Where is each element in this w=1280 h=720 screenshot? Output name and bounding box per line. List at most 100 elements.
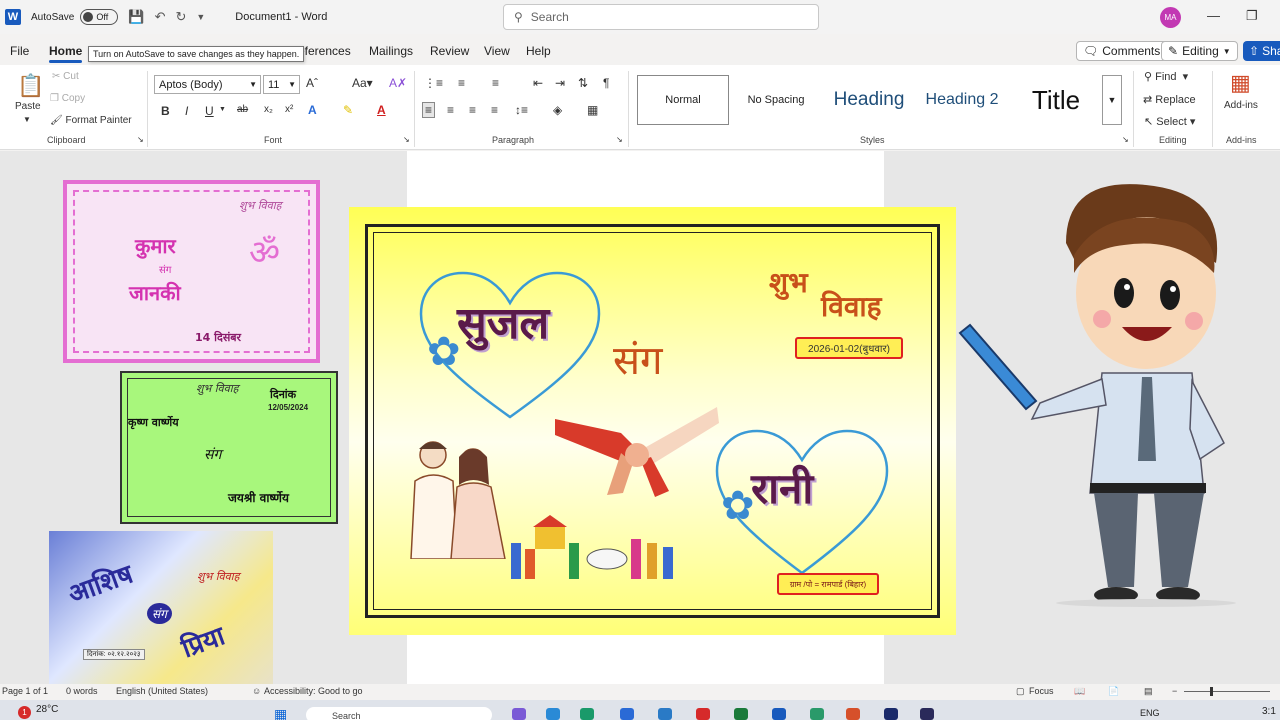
paste-icon[interactable]: 📋 [17, 73, 44, 99]
sort-icon[interactable]: ⇅ [578, 76, 588, 90]
avatar[interactable]: MA [1160, 7, 1181, 28]
taskbar-app-icon[interactable] [658, 708, 672, 720]
taskbar-app-icon[interactable] [846, 708, 860, 720]
align-center-icon[interactable]: ≡ [447, 103, 454, 117]
font-size-select[interactable]: 11 ▼ [263, 75, 300, 94]
word-count[interactable]: 0 words [66, 686, 98, 696]
bullets-icon[interactable]: ⋮≡ [424, 76, 443, 90]
main-invitation-card[interactable]: ✿ ✿ सुजल संग रानी शुभ विवाह 2026-01-02(ब… [349, 207, 956, 635]
tab-home[interactable]: Home [49, 44, 83, 63]
font-launcher-icon[interactable]: ↘ [403, 135, 410, 144]
zoom-out-icon[interactable]: − [1172, 686, 1177, 696]
tab-review[interactable]: Review [430, 44, 469, 58]
pilcrow-icon[interactable]: ¶ [603, 76, 609, 90]
undo-icon[interactable]: ↶ [155, 9, 166, 25]
strikethrough-icon[interactable]: ab [237, 104, 248, 115]
green-invitation-card[interactable]: शुभ विवाह दिनांक 12/05/2024 कृष्ण वार्ष्… [120, 371, 338, 524]
windows-start-icon[interactable]: ▦ [274, 706, 287, 720]
zoom-slider[interactable] [1184, 687, 1270, 696]
style-heading-2[interactable]: Heading 2 [918, 75, 1006, 125]
taskbar-app-icon[interactable] [696, 708, 710, 720]
copy-button[interactable]: ❐ Copy [50, 93, 85, 104]
clock[interactable]: 3:1 [1262, 706, 1276, 717]
weather-temperature[interactable]: 28°C [36, 704, 58, 715]
style-no-spacing[interactable]: No Spacing [732, 75, 820, 125]
clipboard-launcher-icon[interactable]: ↘ [137, 135, 144, 144]
taskbar-app-icon[interactable] [884, 708, 898, 720]
taskbar-search[interactable]: Search [306, 707, 492, 720]
blue-invitation-card[interactable]: आशिष संग शुभ विवाह प्रिया दिनांक: ०२.१२.… [49, 531, 273, 684]
justify-icon[interactable]: ≡ [491, 103, 498, 117]
page-count[interactable]: Page 1 of 1 [2, 686, 48, 696]
clear-formatting-icon[interactable]: A✗ [389, 76, 407, 90]
taskbar-app-icon[interactable] [810, 708, 824, 720]
accessibility-icon[interactable]: ☺ [252, 686, 261, 696]
language-indicator[interactable]: ENG [1140, 708, 1160, 718]
cut-button[interactable]: ✂ Cut [52, 71, 79, 82]
taskbar-app-icon[interactable] [620, 708, 634, 720]
multilevel-list-icon[interactable]: ≡ [492, 76, 499, 90]
redo-icon[interactable]: ↻ [175, 9, 186, 25]
paragraph-launcher-icon[interactable]: ↘ [616, 135, 623, 144]
save-icon[interactable]: 💾 [128, 9, 144, 25]
taskbar-app-icon[interactable] [512, 708, 526, 720]
increase-indent-icon[interactable]: ⇥ [555, 76, 565, 90]
style-normal[interactable]: Normal [637, 75, 729, 125]
style-title[interactable]: Title [1008, 75, 1104, 125]
pink-invitation-card[interactable]: शुभ विवाह कुमार संग जानकी ॐ 14 दिसंबर [63, 180, 320, 363]
italic-icon[interactable]: I [185, 104, 188, 118]
format-painter-button[interactable]: 🖌 Format Painter [50, 115, 132, 126]
tab-view[interactable]: View [484, 44, 510, 58]
styles-more-button[interactable]: ▼ [1102, 75, 1122, 125]
taskbar-app-icon[interactable] [920, 708, 934, 720]
paste-label[interactable]: Paste [15, 101, 41, 112]
tab-mailings[interactable]: Mailings [369, 44, 413, 58]
taskbar-app-icon[interactable] [772, 708, 786, 720]
restore-icon[interactable]: ❐ [1246, 8, 1258, 24]
font-family-select[interactable]: Aptos (Body) ▼ [154, 75, 261, 94]
align-right-icon[interactable]: ≡ [469, 103, 476, 117]
search-box[interactable]: ⚲ Search [503, 4, 819, 30]
decrease-indent-icon[interactable]: ⇤ [533, 76, 543, 90]
underline-chevron-icon[interactable]: ▼ [219, 106, 226, 113]
taskbar-app-icon[interactable] [734, 708, 748, 720]
font-color-icon[interactable]: A [377, 103, 386, 117]
add-ins-icon[interactable]: ▦ [1230, 70, 1251, 96]
taskbar-app-icon[interactable] [546, 708, 560, 720]
subscript-icon[interactable]: x₂ [264, 104, 273, 115]
minimize-icon[interactable]: — [1207, 8, 1220, 23]
focus-label[interactable]: Focus [1029, 686, 1054, 696]
zoom-slider-thumb[interactable] [1210, 687, 1213, 696]
add-ins-button-label[interactable]: Add-ins [1224, 100, 1258, 111]
customize-qat-icon[interactable]: ▼ [196, 12, 205, 22]
paste-chevron-icon[interactable]: ▼ [23, 115, 31, 124]
grow-font-icon[interactable]: Aˆ [306, 76, 318, 90]
web-layout-icon[interactable]: ▤ [1144, 686, 1153, 697]
replace-button[interactable]: ⇄ Replace [1143, 93, 1196, 106]
autosave-toggle[interactable]: Off [80, 9, 119, 25]
tab-file[interactable]: File [10, 44, 29, 58]
focus-icon[interactable]: ▢ [1016, 686, 1025, 697]
shading-icon[interactable]: ◈ [553, 103, 562, 117]
underline-icon[interactable]: U [205, 104, 214, 118]
style-heading-1[interactable]: Heading [822, 75, 916, 125]
select-button[interactable]: ↖ Select ▾ [1144, 115, 1195, 128]
print-layout-icon[interactable]: 📄 [1108, 686, 1119, 697]
change-case-icon[interactable]: Aa▾ [352, 76, 373, 90]
styles-launcher-icon[interactable]: ↘ [1122, 135, 1129, 144]
align-left-icon[interactable]: ≡ [422, 102, 436, 118]
line-spacing-icon[interactable]: ↕≡ [515, 103, 528, 117]
tab-help[interactable]: Help [526, 44, 551, 58]
highlight-icon[interactable]: ✎ [343, 103, 353, 117]
superscript-icon[interactable]: x² [285, 104, 293, 115]
accessibility-status[interactable]: Accessibility: Good to go [264, 686, 363, 696]
share-button[interactable]: ⇧ Sha [1243, 41, 1280, 61]
bold-icon[interactable]: B [161, 104, 170, 118]
taskbar-app-icon[interactable] [580, 708, 594, 720]
language-status[interactable]: English (United States) [116, 686, 208, 696]
borders-icon[interactable]: ▦ [587, 103, 598, 117]
read-mode-icon[interactable]: 📖 [1074, 686, 1085, 697]
find-button[interactable]: ⚲ Find ▾ [1144, 70, 1188, 83]
numbering-icon[interactable]: ≡ [458, 76, 465, 90]
tab-references[interactable]: eferences [298, 44, 351, 58]
